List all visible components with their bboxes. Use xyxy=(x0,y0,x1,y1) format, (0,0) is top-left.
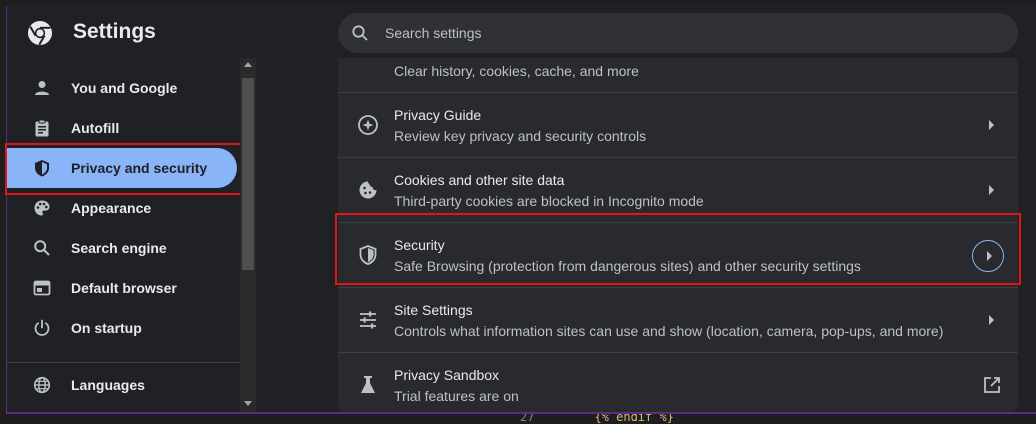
compass-icon xyxy=(357,114,379,136)
clear-browsing-data-row[interactable]: Clear history, cookies, cache, and more xyxy=(338,58,1018,92)
row-title: Privacy Sandbox xyxy=(394,367,500,383)
chrome-logo-icon xyxy=(28,21,52,46)
chevron-right-icon[interactable] xyxy=(989,315,994,325)
row-subtitle: Review key privacy and security controls xyxy=(394,128,647,144)
focused-arrow-button[interactable] xyxy=(972,240,1004,272)
page-title: Settings xyxy=(73,20,156,43)
sidebar-item-default-browser[interactable]: Default browser xyxy=(7,268,240,308)
row-subtitle: Controls what information sites can use … xyxy=(394,323,944,339)
search-icon xyxy=(32,238,52,258)
sidebar-item-label: Autofill xyxy=(71,120,120,136)
scroll-down-arrow-icon[interactable] xyxy=(244,401,252,406)
browser-window-icon xyxy=(32,278,52,298)
privacy-section-card: Clear history, cookies, cache, and more … xyxy=(338,58,1018,412)
site-settings-row[interactable]: Site Settings Controls what information … xyxy=(338,287,1018,352)
row-title: Cookies and other site data xyxy=(394,172,565,188)
globe-icon xyxy=(32,375,52,395)
chevron-right-icon xyxy=(987,251,992,261)
cookies-row[interactable]: Cookies and other site data Third-party … xyxy=(338,157,1018,222)
search-input[interactable] xyxy=(383,24,987,42)
chevron-right-icon[interactable] xyxy=(989,120,994,130)
sidebar-item-label: Search engine xyxy=(71,240,167,256)
sidebar-item-languages[interactable]: Languages xyxy=(7,365,240,405)
sidebar-item-on-startup[interactable]: On startup xyxy=(7,308,240,348)
privacy-sandbox-row[interactable]: Privacy Sandbox Trial features are on xyxy=(338,352,1018,412)
flask-icon xyxy=(357,374,379,396)
row-subtitle: Third-party cookies are blocked in Incog… xyxy=(394,193,704,209)
sidebar-item-label: You and Google xyxy=(71,80,178,96)
scroll-thumb[interactable] xyxy=(242,78,254,270)
header: Settings xyxy=(7,6,1036,58)
search-box[interactable] xyxy=(338,13,1018,53)
power-icon xyxy=(32,318,52,338)
highlight-box xyxy=(5,143,242,195)
row-title: Security xyxy=(394,237,445,253)
palette-icon xyxy=(32,198,52,218)
sidebar-scrollbar[interactable] xyxy=(240,58,256,412)
search-icon xyxy=(352,25,368,41)
open-in-new-icon[interactable] xyxy=(982,375,1002,395)
sliders-icon xyxy=(357,309,379,331)
row-title: Site Settings xyxy=(394,302,473,318)
settings-window: Settings You and Google Autofill xyxy=(5,6,1036,414)
row-subtitle: Clear history, cookies, cache, and more xyxy=(394,63,639,79)
shield-outline-icon xyxy=(357,244,379,266)
privacy-guide-row[interactable]: Privacy Guide Review key privacy and sec… xyxy=(338,92,1018,157)
row-title: Privacy Guide xyxy=(394,107,482,123)
sidebar-item-autofill[interactable]: Autofill xyxy=(7,108,240,148)
sidebar-item-you-and-google[interactable]: You and Google xyxy=(7,68,240,108)
sidebar: You and Google Autofill Privacy and secu… xyxy=(7,58,240,412)
clipboard-icon xyxy=(32,118,52,138)
row-subtitle: Trial features are on xyxy=(394,388,519,404)
cookie-icon xyxy=(357,179,379,201)
sidebar-item-label: Default browser xyxy=(71,280,177,296)
person-icon xyxy=(32,78,52,98)
sidebar-item-label: Appearance xyxy=(71,200,152,216)
chevron-right-icon[interactable] xyxy=(989,185,994,195)
sidebar-item-label: Languages xyxy=(71,377,145,393)
sidebar-item-label: On startup xyxy=(71,320,142,336)
scroll-up-arrow-icon[interactable] xyxy=(244,62,252,67)
sidebar-item-search-engine[interactable]: Search engine xyxy=(7,228,240,268)
sidebar-divider xyxy=(7,362,240,363)
security-row[interactable]: Security Safe Browsing (protection from … xyxy=(338,222,1018,287)
row-subtitle: Safe Browsing (protection from dangerous… xyxy=(394,258,861,274)
